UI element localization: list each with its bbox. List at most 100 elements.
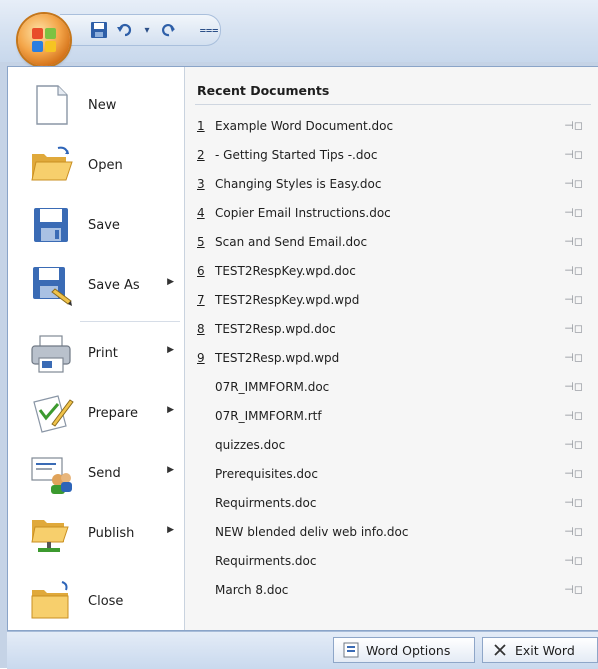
pin-icon[interactable]: ⊣◻ (564, 148, 583, 161)
pin-icon[interactable]: ⊣◻ (564, 496, 583, 509)
close-command[interactable]: Close (8, 573, 184, 629)
recent-document-item[interactable]: 3 Changing Styles is Easy.doc ⊣◻ (185, 169, 598, 198)
new-command[interactable]: New (8, 77, 184, 133)
recent-document-item[interactable]: 2 - Getting Started Tips -.doc ⊣◻ (185, 140, 598, 169)
open-folder-icon (28, 142, 74, 188)
recent-document-item[interactable]: quizzes.doc ⊣◻ (185, 430, 598, 459)
recent-document-item[interactable]: March 8.doc ⊣◻ (185, 575, 598, 604)
pin-icon[interactable]: ⊣◻ (564, 467, 583, 480)
recent-document-item[interactable]: NEW blended deliv web info.doc ⊣◻ (185, 517, 598, 546)
open-label: Open (88, 157, 123, 173)
recent-document-number: 7 (197, 292, 205, 307)
save-as-icon (28, 262, 74, 308)
save-command[interactable]: Save (8, 197, 184, 253)
word-options-button[interactable]: Word Options (333, 637, 475, 663)
recent-document-item[interactable]: 1 Example Word Document.doc ⊣◻ (185, 111, 598, 140)
save-as-label: Save As (88, 277, 140, 293)
save-as-command[interactable]: Save As ▶ (8, 257, 184, 313)
send-label: Send (88, 465, 121, 481)
publish-command[interactable]: Publish ▶ (8, 505, 184, 561)
print-command[interactable]: Print ▶ (8, 325, 184, 381)
recent-document-number: 3 (197, 176, 205, 191)
publish-label: Publish (88, 525, 135, 541)
print-submenu-arrow-icon: ▶ (167, 345, 174, 355)
word-options-icon (342, 641, 360, 659)
close-label: Close (88, 593, 124, 609)
pin-icon[interactable]: ⊣◻ (564, 438, 583, 451)
send-submenu-arrow-icon: ▶ (167, 465, 174, 475)
recent-document-item[interactable]: Requirments.doc ⊣◻ (185, 546, 598, 575)
recent-document-number: 8 (197, 321, 205, 336)
recent-document-name: Scan and Send Email.doc (215, 234, 368, 249)
office-button[interactable] (18, 14, 70, 66)
pin-icon[interactable]: ⊣◻ (564, 351, 583, 364)
recent-documents-panel: Recent Documents 1 Example Word Document.… (184, 67, 598, 630)
recent-document-item[interactable]: 4 Copier Email Instructions.doc ⊣◻ (185, 198, 598, 227)
quick-access-toolbar: ▾ ⩶ (0, 0, 598, 66)
recent-document-item[interactable]: 5 Scan and Send Email.doc ⊣◻ (185, 227, 598, 256)
new-document-icon (28, 82, 74, 128)
menu-footer: Word Options Exit Word (7, 631, 598, 669)
pin-icon[interactable]: ⊣◻ (564, 409, 583, 422)
recent-document-name: quizzes.doc (215, 437, 286, 452)
pin-icon[interactable]: ⊣◻ (564, 119, 583, 132)
pin-icon[interactable]: ⊣◻ (564, 583, 583, 596)
pin-icon[interactable]: ⊣◻ (564, 293, 583, 306)
printer-icon (28, 330, 74, 376)
undo-icon[interactable] (114, 20, 136, 40)
prepare-label: Prepare (88, 405, 138, 421)
recent-document-name: TEST2Resp.wpd.wpd (215, 350, 340, 365)
pin-icon[interactable]: ⊣◻ (564, 525, 583, 538)
recent-document-number: 5 (197, 234, 205, 249)
recent-document-item[interactable]: 6 TEST2RespKey.wpd.doc ⊣◻ (185, 256, 598, 285)
undo-dropdown-icon[interactable]: ▾ (136, 20, 158, 40)
application-window: ▾ ⩶ New Open Save Save As ▶ Print ▶ Prep… (0, 0, 598, 669)
recent-document-name: Example Word Document.doc (215, 118, 394, 133)
pin-icon[interactable]: ⊣◻ (564, 235, 583, 248)
recent-document-number: 9 (197, 350, 205, 365)
recent-document-name: 07R_IMMFORM.doc (215, 379, 330, 394)
recent-document-name: - Getting Started Tips -.doc (215, 147, 378, 162)
exit-word-button[interactable]: Exit Word (482, 637, 598, 663)
recent-document-number: 1 (197, 118, 205, 133)
open-command[interactable]: Open (8, 137, 184, 193)
recent-document-item[interactable]: 07R_IMMFORM.rtf ⊣◻ (185, 401, 598, 430)
pin-icon[interactable]: ⊣◻ (564, 177, 583, 190)
redo-icon[interactable] (158, 20, 180, 40)
recent-document-item[interactable]: 7 TEST2RespKey.wpd.wpd ⊣◻ (185, 285, 598, 314)
publish-icon (28, 510, 74, 556)
pin-icon[interactable]: ⊣◻ (564, 554, 583, 567)
recent-document-name: Prerequisites.doc (215, 466, 318, 481)
customize-toolbar-icon[interactable]: ⩶ (198, 20, 220, 40)
save-label: Save (88, 217, 120, 233)
save-disk-icon (28, 202, 74, 248)
exit-word-label: Exit Word (515, 642, 575, 658)
recent-document-item[interactable]: 07R_IMMFORM.doc ⊣◻ (185, 372, 598, 401)
recent-document-name: Requirments.doc (215, 553, 317, 568)
recent-document-name: TEST2RespKey.wpd.wpd (215, 292, 360, 307)
new-label: New (88, 97, 117, 113)
save-as-submenu-arrow-icon: ▶ (167, 277, 174, 287)
recent-header-divider (195, 104, 591, 105)
office-menu: New Open Save Save As ▶ Print ▶ Prepare … (7, 66, 598, 631)
prepare-command[interactable]: Prepare ▶ (8, 385, 184, 441)
send-icon (28, 450, 74, 496)
recent-document-number: 4 (197, 205, 205, 220)
office-logo-icon (32, 28, 56, 52)
recent-document-item[interactable]: Requirments.doc ⊣◻ (185, 488, 598, 517)
prepare-icon (28, 390, 74, 436)
recent-document-item[interactable]: 9 TEST2Resp.wpd.wpd ⊣◻ (185, 343, 598, 372)
recent-document-item[interactable]: 8 TEST2Resp.wpd.doc ⊣◻ (185, 314, 598, 343)
recent-document-name: TEST2Resp.wpd.doc (215, 321, 336, 336)
recent-document-name: Changing Styles is Easy.doc (215, 176, 382, 191)
recent-document-item[interactable]: Prerequisites.doc ⊣◻ (185, 459, 598, 488)
pin-icon[interactable]: ⊣◻ (564, 206, 583, 219)
save-icon[interactable] (88, 20, 110, 40)
pin-icon[interactable]: ⊣◻ (564, 322, 583, 335)
recent-document-name: TEST2RespKey.wpd.doc (215, 263, 356, 278)
send-command[interactable]: Send ▶ (8, 445, 184, 501)
pin-icon[interactable]: ⊣◻ (564, 264, 583, 277)
pin-icon[interactable]: ⊣◻ (564, 380, 583, 393)
recent-document-name: Requirments.doc (215, 495, 317, 510)
exit-icon (491, 641, 509, 659)
